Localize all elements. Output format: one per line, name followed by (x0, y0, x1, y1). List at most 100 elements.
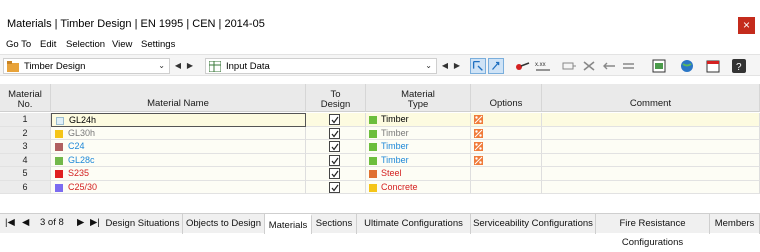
comment-cell[interactable] (542, 126, 760, 140)
options-cell[interactable] (471, 113, 542, 127)
globe-icon[interactable] (679, 58, 695, 74)
options-icon[interactable] (474, 142, 483, 151)
to-design-cell[interactable] (306, 126, 366, 140)
material-type-swatch (369, 170, 377, 178)
move-left-icon[interactable] (601, 58, 617, 74)
to-design-cell[interactable] (306, 153, 366, 167)
to-design-cell[interactable] (306, 113, 366, 127)
table-row[interactable]: 5 S235 Steel (0, 167, 760, 181)
comment-cell[interactable] (542, 180, 760, 194)
material-name-cell[interactable]: GL30h (51, 126, 306, 140)
next-page-icon[interactable]: ▶ (77, 217, 84, 228)
options-cell[interactable] (471, 180, 542, 194)
material-type-swatch (369, 143, 377, 151)
prev-arrow-icon[interactable]: ◀ (440, 58, 450, 74)
material-color-swatch (55, 156, 63, 165)
first-page-icon[interactable]: |◀ (5, 217, 15, 228)
filter-icon[interactable] (561, 58, 577, 74)
help-icon[interactable]: ? (731, 58, 747, 74)
move-right-icon[interactable] (621, 58, 637, 74)
header-label: Type (407, 99, 429, 110)
tab-materials[interactable]: Materials (265, 214, 312, 234)
tab-serviceability-configurations[interactable]: Serviceability Configurations (471, 214, 596, 234)
comment-cell[interactable] (542, 167, 760, 181)
tabs-bar: |◀ ◀ 3 of 8 ▶ ▶| Design Situations Object… (0, 213, 760, 248)
comment-cell[interactable] (542, 153, 760, 167)
options-icon[interactable] (474, 115, 483, 124)
module-combo-value: Timber Design (24, 61, 86, 72)
tab-sections[interactable]: Sections (312, 214, 357, 234)
comment-cell[interactable] (542, 113, 760, 127)
svg-text:x.xx: x.xx (535, 62, 546, 68)
table-row[interactable]: 4 GL28c Timber (0, 153, 760, 167)
table-row[interactable]: 2 GL30h Timber (0, 126, 760, 140)
table-row[interactable]: 3 C24 Timber (0, 140, 760, 154)
comment-cell[interactable] (542, 140, 760, 154)
options-cell[interactable] (471, 140, 542, 154)
material-color-swatch (55, 183, 63, 192)
last-page-icon[interactable]: ▶| (90, 217, 100, 228)
material-name-cell[interactable]: C24 (51, 140, 306, 154)
to-design-checkbox[interactable] (329, 114, 340, 125)
material-name-cell[interactable]: S235 (51, 167, 306, 181)
header-label: Options (489, 98, 523, 109)
prev-arrow-icon[interactable]: ◀ (173, 58, 183, 74)
to-design-cell[interactable] (306, 140, 366, 154)
material-type-cell[interactable]: Timber (366, 126, 471, 140)
menu-settings[interactable]: Settings (141, 39, 175, 50)
menu-selection[interactable]: Selection (66, 39, 105, 50)
coordinates-icon[interactable]: x.xx (535, 58, 551, 74)
menu-edit[interactable]: Edit (40, 39, 56, 50)
export-icon[interactable] (651, 58, 667, 74)
options-cell[interactable] (471, 153, 542, 167)
material-type-cell[interactable]: Concrete (366, 180, 471, 194)
options-cell[interactable] (471, 167, 542, 181)
delete-all-icon[interactable] (581, 58, 597, 74)
to-design-cell[interactable] (306, 180, 366, 194)
options-cell[interactable] (471, 126, 542, 140)
header-label: No. (17, 99, 33, 110)
header-options: Options (471, 84, 542, 112)
material-name-cell[interactable]: C25/30 (51, 180, 306, 194)
material-type-cell[interactable]: Timber (366, 140, 471, 154)
next-arrow-icon[interactable]: ▶ (185, 58, 195, 74)
to-design-checkbox[interactable] (329, 181, 340, 193)
report-icon[interactable] (705, 58, 721, 74)
options-icon[interactable] (474, 128, 483, 138)
module-combo[interactable]: Timber Design ⌄ (3, 58, 170, 74)
table-row[interactable]: 1 GL24h Timber (0, 113, 760, 127)
material-type-swatch (369, 156, 377, 165)
close-button[interactable]: × (738, 17, 755, 34)
tab-design-situations[interactable]: Design Situations (103, 214, 183, 234)
to-design-checkbox[interactable] (329, 141, 340, 152)
to-design-checkbox[interactable] (329, 127, 340, 139)
table-row[interactable]: 6 C25/30 Concrete (0, 180, 760, 194)
menu-view[interactable]: View (112, 39, 132, 50)
next-arrow-icon[interactable]: ▶ (452, 58, 462, 74)
material-name-cell[interactable]: GL24h (51, 113, 306, 127)
header-to-design: To Design (306, 84, 366, 112)
select-window-icon[interactable] (470, 58, 486, 74)
svg-text:?: ? (736, 62, 742, 73)
options-icon[interactable] (474, 155, 483, 165)
material-type-cell[interactable]: Timber (366, 113, 471, 127)
material-type-cell[interactable]: Timber (366, 153, 471, 167)
table-icon (209, 61, 221, 72)
to-design-checkbox[interactable] (329, 168, 340, 179)
material-name-cell[interactable]: GL28c (51, 153, 306, 167)
data-combo-value: Input Data (226, 61, 270, 72)
tab-objects-to-design[interactable]: Objects to Design (183, 214, 265, 234)
select-object-icon[interactable] (488, 58, 504, 74)
material-type: Timber (381, 114, 409, 124)
prev-page-icon[interactable]: ◀ (22, 217, 29, 228)
to-design-cell[interactable] (306, 167, 366, 181)
to-design-checkbox[interactable] (329, 154, 340, 166)
tab-fire-resistance-configurations[interactable]: Fire Resistance Configurations (596, 214, 710, 248)
tab-ultimate-configurations[interactable]: Ultimate Configurations (357, 214, 471, 234)
header-label: Design (320, 99, 351, 110)
data-combo[interactable]: Input Data ⌄ (205, 58, 437, 74)
material-type-cell[interactable]: Steel (366, 167, 471, 181)
pick-icon[interactable] (514, 58, 530, 74)
tab-members[interactable]: Members (710, 214, 760, 234)
menu-goto[interactable]: Go To (6, 39, 31, 50)
